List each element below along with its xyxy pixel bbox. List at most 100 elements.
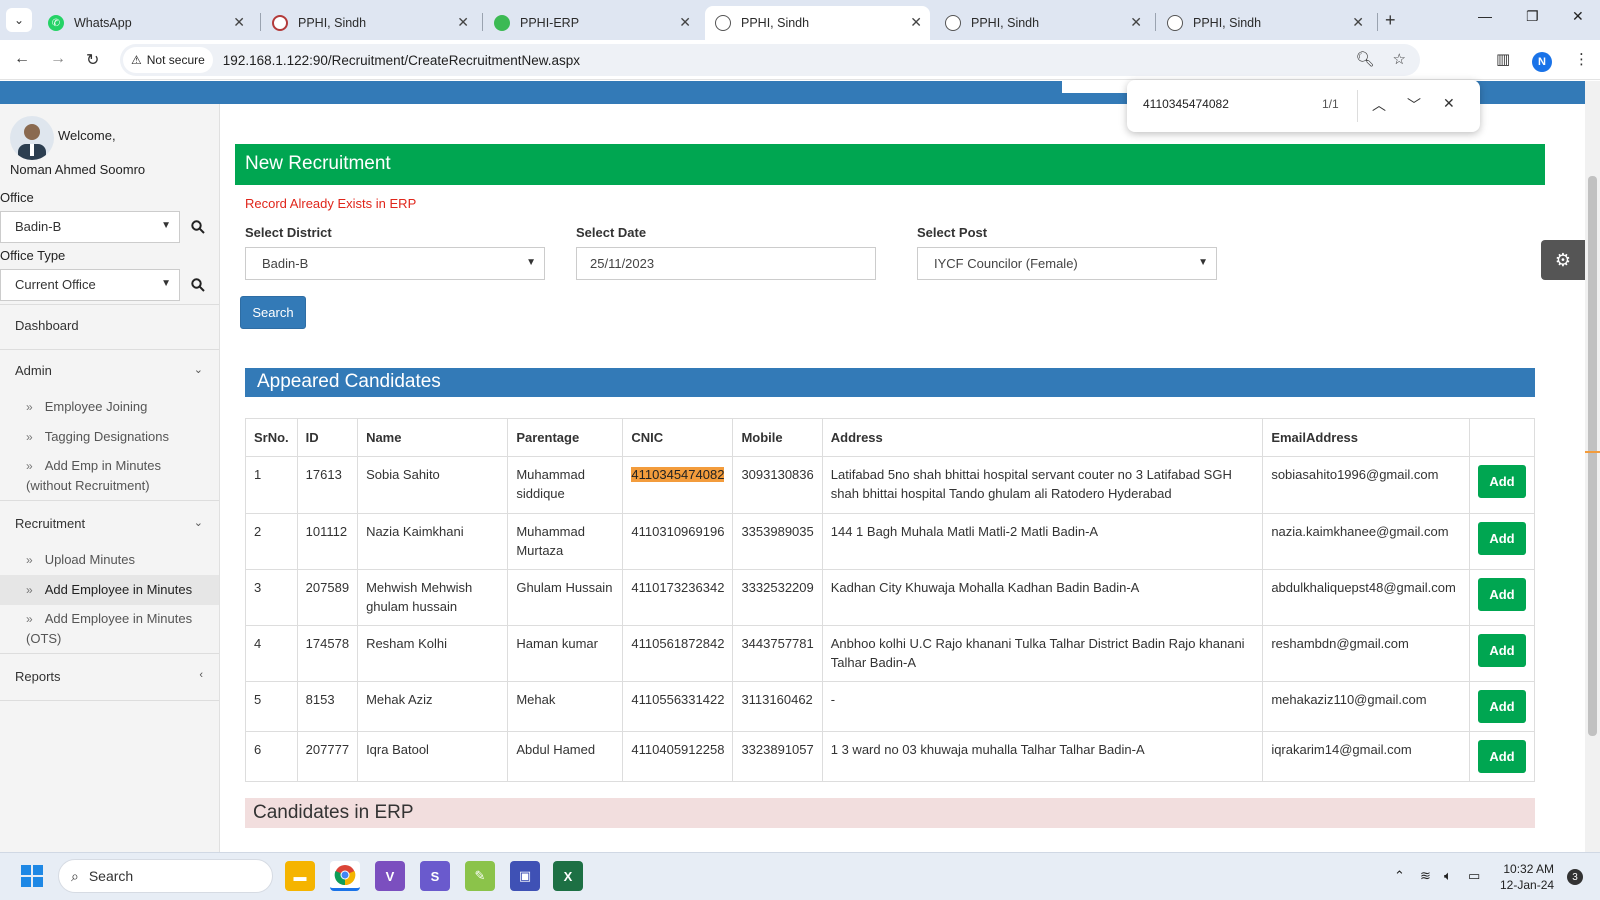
page-scrollbar[interactable] <box>1585 81 1600 852</box>
chevron-up-icon[interactable]: ⌃ <box>1394 868 1405 884</box>
tab-pphi-active[interactable]: PPHI, Sindh ✕ <box>705 6 930 40</box>
chevron-down-icon: ⌄ <box>193 517 203 529</box>
pphi-icon <box>272 15 288 31</box>
forward-arrow-icon[interactable]: → <box>50 50 66 68</box>
chevron-left-icon: ‹ <box>199 669 203 681</box>
chevron-down-icon[interactable]: ﹀ <box>1407 95 1421 115</box>
sidebar-item-add-emp-in-minutes[interactable]: » Add Emp in Minutes (without Recruitment… <box>0 456 219 496</box>
district-label: Select District <box>245 225 332 240</box>
cell-id: 207589 <box>296 569 359 626</box>
tab-pphi-5[interactable]: PPHI, Sindh ✕ <box>1157 6 1372 40</box>
search-icon <box>191 220 205 234</box>
column-header: ID <box>296 418 359 457</box>
more-menu-icon[interactable]: ⋮ <box>1574 50 1589 68</box>
tab-search-button[interactable]: ⌄ <box>6 8 32 32</box>
reload-icon[interactable]: ↻ <box>86 50 99 70</box>
office-type-select[interactable]: Current Office ▼ <box>0 269 180 301</box>
file-explorer-icon[interactable]: ▬ <box>285 861 315 891</box>
gear-icon[interactable]: ⚙ <box>1541 240 1585 280</box>
taskbar-search[interactable]: ⌕ Search <box>58 859 273 893</box>
tab-whatsapp[interactable]: ✆ WhatsApp ✕ <box>38 6 253 40</box>
minimize-icon[interactable]: — <box>1478 8 1492 24</box>
sidebar-item-recruitment[interactable]: Recruitment ⌄ <box>0 516 219 531</box>
globe-icon <box>1167 15 1183 31</box>
omnibox[interactable]: ⚠ Not secure 192.168.1.122:90/Recruitmen… <box>120 44 1420 76</box>
find-in-page-icon[interactable]: 🔍︎ <box>1356 50 1375 68</box>
close-icon[interactable]: ✕ <box>457 14 469 31</box>
add-button[interactable]: Add <box>1477 578 1526 611</box>
office-select[interactable]: Badin-B ▼ <box>0 211 180 243</box>
excel-icon[interactable]: X <box>553 861 583 891</box>
add-button[interactable]: Add <box>1477 634 1526 667</box>
wifi-icon[interactable]: ≋ <box>1420 868 1431 884</box>
cell-name: Mehwish Mehwish ghulam hussain <box>357 569 509 626</box>
tab-pphi-1[interactable]: PPHI, Sindh ✕ <box>262 6 477 40</box>
post-select[interactable]: IYCF Councilor (Female) ▼ <box>917 247 1217 280</box>
sidebar-item-add-employee-in-minutes-ots[interactable]: » Add Employee in Minutes (OTS) <box>0 609 219 649</box>
table-row: 3 207589 Mehwish Mehwish ghulam hussain … <box>245 569 1536 626</box>
cell-mobile: 3113160462 <box>732 681 823 732</box>
cell-email: reshambdn@gmail.com <box>1262 625 1470 682</box>
network-app-icon[interactable]: ▣ <box>510 861 540 891</box>
taskbar-clock[interactable]: 10:32 AM 12-Jan-24 <box>1500 861 1554 893</box>
search-button[interactable]: Search <box>240 296 306 329</box>
ssms-icon[interactable]: S <box>420 861 450 891</box>
office-search-button[interactable] <box>180 211 216 243</box>
tab-divider <box>260 13 261 31</box>
scrollbar-thumb[interactable] <box>1588 176 1597 736</box>
post-select-value: IYCF Councilor (Female) <box>934 256 1078 271</box>
security-label: Not secure <box>146 53 205 67</box>
close-icon[interactable]: ✕ <box>233 14 245 31</box>
add-button[interactable]: Add <box>1477 522 1526 555</box>
find-divider <box>1357 90 1358 122</box>
security-chip[interactable]: ⚠ Not secure <box>123 47 213 73</box>
chrome-icon[interactable] <box>330 861 360 891</box>
cell-srno: 6 <box>245 731 298 782</box>
header-field <box>1062 81 1132 93</box>
sidebar-item-employee-joining[interactable]: » Employee Joining <box>0 397 219 417</box>
new-tab-icon[interactable]: + <box>1385 10 1396 31</box>
sidebar-item-add-employee-in-minutes[interactable]: » Add Employee in Minutes <box>0 575 219 605</box>
tools-icon[interactable]: ✎ <box>465 861 495 891</box>
window-close-icon[interactable]: ✕ <box>1572 8 1584 25</box>
restore-icon[interactable]: ❐ <box>1526 8 1539 25</box>
add-button[interactable]: Add <box>1477 690 1526 723</box>
double-chevron-icon: » <box>26 459 33 473</box>
bookmark-star-icon[interactable]: ☆ <box>1393 50 1406 68</box>
back-arrow-icon[interactable]: ← <box>14 50 30 68</box>
visual-studio-icon[interactable]: V <box>375 861 405 891</box>
tab-pphi-4[interactable]: PPHI, Sindh ✕ <box>935 6 1150 40</box>
close-icon[interactable]: ✕ <box>679 14 691 31</box>
notification-badge[interactable]: 3 <box>1567 869 1583 885</box>
sidebar-item-tagging-designations[interactable]: » Tagging Designations <box>0 427 219 447</box>
chevron-down-icon: ▼ <box>526 257 536 268</box>
search-icon: ⌕ <box>71 867 79 884</box>
sidebar-item-reports[interactable]: Reports ‹ <box>0 669 219 684</box>
close-icon[interactable]: ✕ <box>1130 14 1142 31</box>
sidebar-item-admin[interactable]: Admin ⌄ <box>0 363 219 378</box>
add-button[interactable]: Add <box>1477 465 1526 498</box>
close-icon[interactable]: ✕ <box>1352 14 1364 31</box>
sidebar-item-upload-minutes[interactable]: » Upload Minutes <box>0 550 219 570</box>
district-select[interactable]: Badin-B ▼ <box>245 247 545 280</box>
cell-parentage: Muhammad siddique <box>507 456 624 514</box>
close-icon[interactable]: ✕ <box>910 14 922 31</box>
sidebar-item-dashboard[interactable]: Dashboard <box>0 318 219 333</box>
side-panel-icon[interactable]: ▥ <box>1496 50 1510 68</box>
date-input[interactable]: 25/11/2023 <box>576 247 876 280</box>
volume-icon[interactable]: 🔈︎ <box>1444 868 1452 884</box>
battery-icon[interactable]: ▭ <box>1468 868 1480 884</box>
windows-start-icon[interactable] <box>21 865 43 887</box>
find-bar: 4110345474082 1/1 ︿ ﹀ ✕ <box>1127 80 1480 132</box>
chevron-down-icon: ▼ <box>161 220 171 231</box>
close-icon[interactable]: ✕ <box>1443 95 1455 112</box>
add-button[interactable]: Add <box>1477 740 1526 773</box>
appeared-candidates-table: SrNo. ID Name Parentage CNIC Mobile Addr… <box>245 418 1536 782</box>
find-input[interactable]: 4110345474082 <box>1143 97 1229 111</box>
office-type-search-button[interactable] <box>180 269 216 301</box>
cell-address: - <box>821 681 1264 732</box>
tab-pphi-erp[interactable]: PPHI-ERP ✕ <box>484 6 699 40</box>
profile-avatar[interactable]: N <box>1532 52 1552 72</box>
chevron-up-icon[interactable]: ︿ <box>1372 95 1386 115</box>
url-text[interactable]: 192.168.1.122:90/Recruitment/CreateRecru… <box>223 53 580 68</box>
